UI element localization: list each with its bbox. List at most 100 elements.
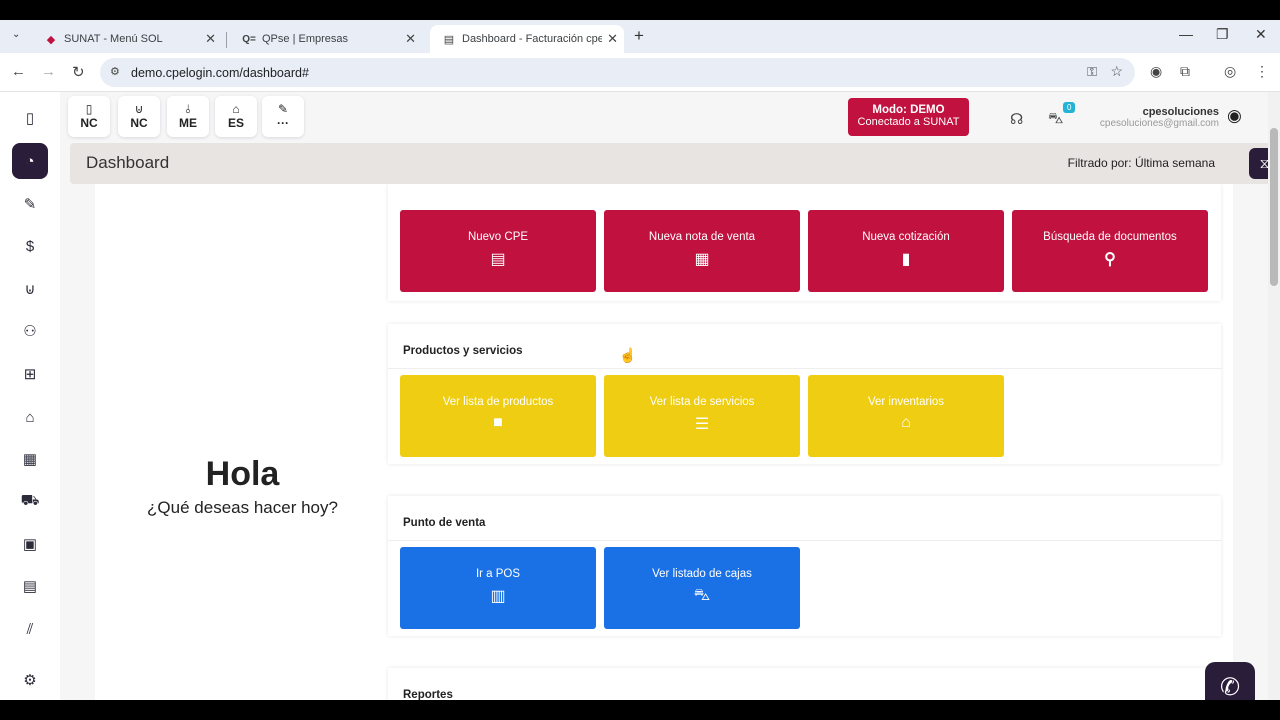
mouse-cursor-icon: ☝ [619,347,637,363]
minimize-icon[interactable]: — [1179,26,1193,42]
user-info[interactable]: cpesoluciones cpesoluciones@gmail.com [1100,106,1219,130]
cart-icon[interactable]: ⛍ [1048,110,1063,129]
address-bar: ← → ↻ ⚙ demo.cpelogin.com/dashboard# ⚿ ☆… [0,53,1280,92]
sidebar-item-delivery[interactable]: ⛟ [14,486,46,516]
tab-title: QPse | Empresas [262,33,348,45]
gauge-icon: ◔ [25,152,35,170]
sidebar-item-pos[interactable]: ▦ [14,444,46,474]
puzzle-extensions-icon[interactable]: ⧉ [1180,63,1190,80]
card-lista-servicios[interactable]: Ver lista de servicios ☰ [604,375,800,457]
sidebar-item-warehouse[interactable]: ⌂ [14,402,46,432]
card-nueva-cotizacion[interactable]: Nueva cotización ▮ [808,210,1004,292]
card-nuevo-cpe[interactable]: Nuevo CPE ▤ [400,210,596,292]
back-icon[interactable]: ← [11,63,26,80]
greeting: Hola ¿Qué deseas hacer hoy? [95,454,390,518]
sidebar-item-dashboard[interactable]: ◔ [12,143,48,179]
section-productos: Productos y servicios Ver lista de produ… [388,324,1221,464]
quick-button-me[interactable]: ⫰ ME [167,96,209,137]
sidebar-item-products[interactable]: ⊞ [14,359,46,389]
section-title: Reportes [388,668,1221,700]
sidebar-item-documents[interactable]: ✎ [14,189,46,219]
mode-subtitle: Conectado a SUNAT [857,116,960,128]
sidebar-item-settings[interactable]: ⚙ [14,665,46,695]
users-icon: ⚇ [23,323,37,340]
card-inventarios[interactable]: Ver inventarios ⌂ [808,375,1004,457]
gear-icon: ⚙ [23,672,37,689]
quick-button-es[interactable]: ⌂ ES [215,96,257,137]
cart-plus-icon: ⛍ [693,587,711,604]
password-key-icon[interactable]: ⚿ [1087,64,1097,80]
card-lista-productos[interactable]: Ver lista de productos ■ [400,375,596,457]
tab-qpse[interactable]: Q= QPse | Empresas ✕ [230,25,422,53]
bag-icon: ⊍ [24,281,36,298]
site-settings-icon[interactable]: ⚙ [110,65,120,78]
truck-icon: ⛟ [20,491,40,509]
receipt-icon: ▦ [694,251,710,268]
scrollbar[interactable] [1268,92,1280,700]
sidebar-item-clients[interactable]: ⚇ [14,316,46,346]
bag-icon: ⊍ [134,102,144,116]
quick-button-nc-bag[interactable]: ⊍ NC [118,96,160,137]
close-icon[interactable]: ✕ [405,31,416,47]
document-icon: ▤ [443,33,455,46]
tab-bar: ⌄ ◆ SUNAT - Menú SOL ✕ Q= QPse | Empresa… [0,20,1280,53]
card-ir-pos[interactable]: Ir a POS ▥ [400,547,596,629]
file-dollar-icon: ▣ [22,536,38,553]
forward-icon[interactable]: → [41,63,56,80]
sidebar-item-payments[interactable]: ▣ [14,529,46,559]
greeting-title: Hola [205,455,280,493]
tab-dashboard[interactable]: ▤ Dashboard - Facturación cpe so ✕ [430,25,624,53]
window-close-icon[interactable]: ✕ [1255,26,1267,43]
main-content: Hola ¿Qué deseas hacer hoy? Nuevo CPE ▤ … [95,184,1233,700]
new-tab-button[interactable]: + [634,26,644,46]
headset-icon[interactable]: ☊ [1010,110,1023,128]
mode-title: Modo: DEMO [872,104,945,116]
sidebar-item-reports[interactable]: ⫽ [14,614,46,644]
card-nueva-nota-venta[interactable]: Nueva nota de venta ▦ [604,210,800,292]
clipboard-icon: ▤ [22,578,38,595]
section-title: Productos y servicios [388,324,1221,369]
mode-demo-badge[interactable]: Modo: DEMO Conectado a SUNAT [848,98,969,136]
close-icon[interactable]: ✕ [205,31,216,47]
close-icon[interactable]: ✕ [607,31,618,47]
restore-icon[interactable]: ❐ [1216,26,1229,43]
browser-menu-icon[interactable]: ⋮ [1255,63,1269,80]
quick-button-more[interactable]: ✎ ··· [262,96,304,137]
filter-label: Filtrado por: Última semana [1067,156,1215,170]
page-title: Dashboard [86,153,170,172]
greeting-subtitle: ¿Qué deseas hacer hoy? [147,498,338,517]
file-icon: ▮ [901,251,911,268]
search-icon: ⚲ [1104,251,1116,268]
chart-icon: ⫰ [185,102,191,116]
app-area: ▯ ◔ ✎ $ ⊍ ⚇ ⊞ ⌂ ▦ ⛟ ▣ ▤ ⫽ ⚙ ▯ NC ⊍ NC ⫰ ME … [0,92,1280,700]
user-name: cpesoluciones [1142,106,1219,118]
tab-sunat[interactable]: ◆ SUNAT - Menú SOL ✕ [32,25,222,53]
whatsapp-button[interactable]: ✆ [1205,662,1255,700]
sidebar-toggle-icon[interactable]: ▯ [14,103,46,133]
warehouse-icon: ⌂ [25,408,35,426]
scrollbar-thumb[interactable] [1270,128,1278,286]
profile-icon[interactable]: ◎ [1224,63,1236,80]
sidebar-item-purchases[interactable]: ⊍ [14,274,46,304]
qpse-logo-icon: Q= [242,33,256,45]
url-input[interactable]: ⚙ demo.cpelogin.com/dashboard# ⚿ ☆ [100,58,1135,87]
tab-title: Dashboard - Facturación cpe so [462,33,602,45]
extension-icon[interactable]: ◉ [1150,63,1162,80]
card-busqueda-documentos[interactable]: Búsqueda de documentos ⚲ [1012,210,1208,292]
card-listado-cajas[interactable]: Ver listado de cajas ⛍ [604,547,800,629]
section-reportes: Reportes [388,668,1221,700]
sidebar: ▯ ◔ ✎ $ ⊍ ⚇ ⊞ ⌂ ▦ ⛟ ▣ ▤ ⫽ ⚙ [0,92,60,700]
user-avatar-icon[interactable]: ◉ [1227,106,1242,126]
reload-icon[interactable]: ↻ [72,63,85,81]
sidebar-item-tasks[interactable]: ▤ [14,571,46,601]
whatsapp-icon: ✆ [1219,673,1241,701]
warehouse-icon: ⌂ [901,414,911,431]
sidebar-item-sales[interactable]: $ [14,231,46,261]
edit-icon: ✎ [277,102,289,116]
grid-icon: ⊞ [23,366,37,383]
store-icon: ⌂ [232,102,240,116]
calculator-icon: ▦ [22,451,38,468]
bookmark-star-icon[interactable]: ☆ [1110,63,1123,80]
quick-button-nc-document[interactable]: ▯ NC [68,96,110,137]
tab-list-chevron-icon[interactable]: ⌄ [12,29,20,40]
